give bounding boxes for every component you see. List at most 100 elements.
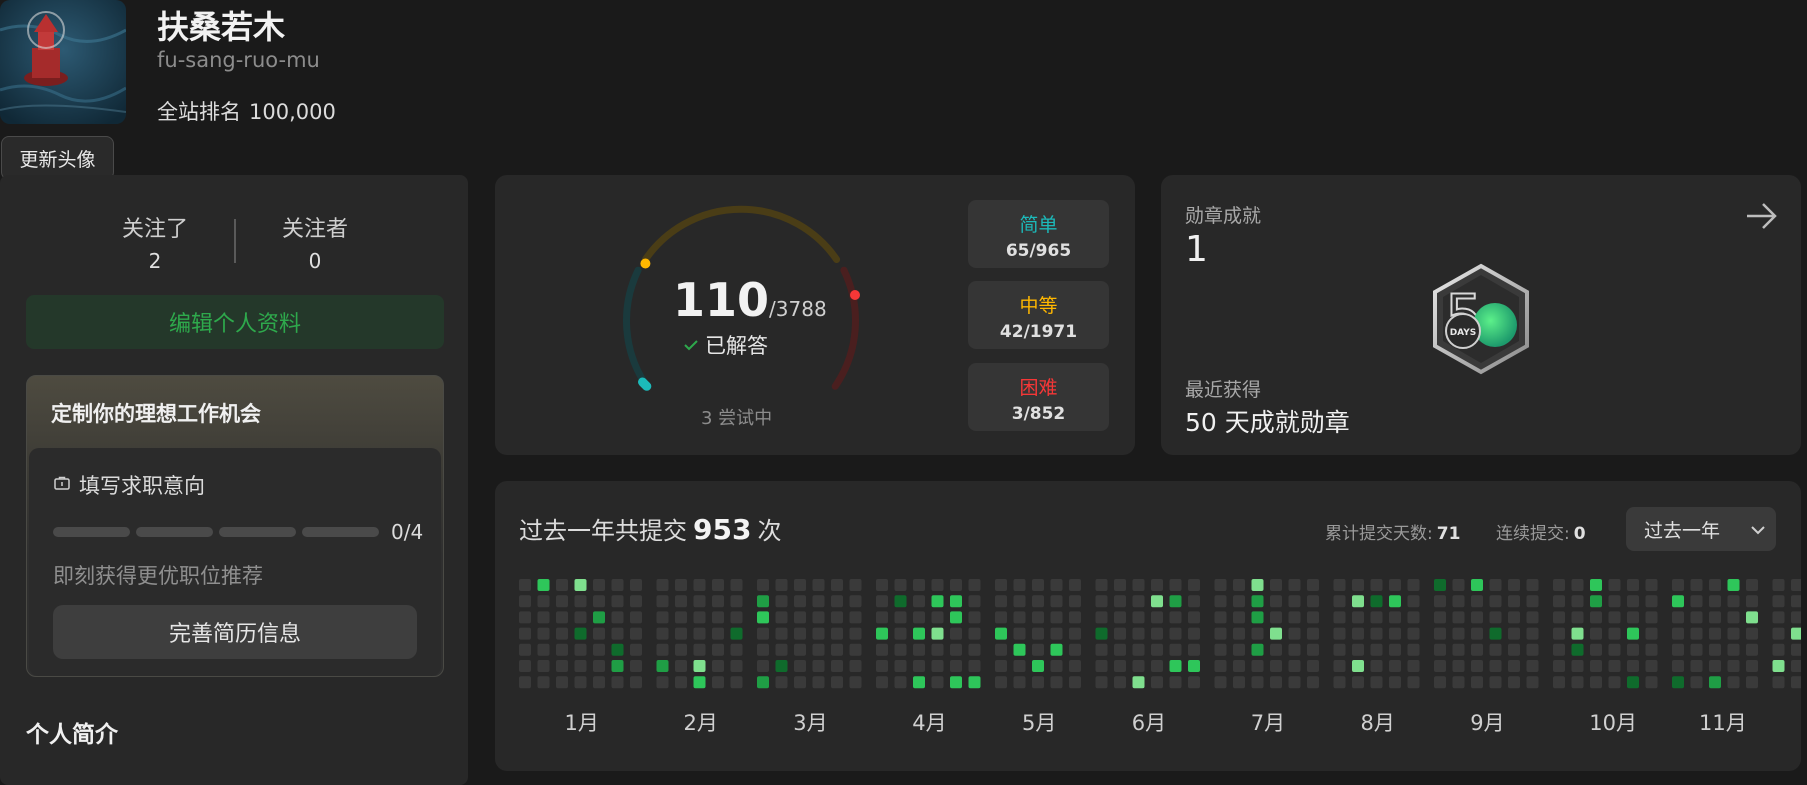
heatmap-cell[interactable]	[849, 660, 862, 672]
heatmap-cell[interactable]	[1508, 579, 1520, 591]
heatmap-cell[interactable]	[1389, 660, 1401, 672]
heatmap-cell[interactable]	[995, 660, 1007, 672]
heatmap-cell[interactable]	[1434, 595, 1446, 608]
heatmap-cell[interactable]	[537, 627, 550, 640]
heatmap-cell[interactable]	[1132, 676, 1145, 689]
heatmap-cell[interactable]	[1727, 611, 1740, 624]
heatmap-cell[interactable]	[1772, 643, 1785, 656]
heatmap-cell[interactable]	[1188, 676, 1200, 689]
heatmap-cell[interactable]	[1233, 595, 1245, 608]
heatmap-cell[interactable]	[1571, 595, 1584, 608]
heatmap-cell[interactable]	[1407, 643, 1420, 656]
heatmap-cell[interactable]	[1050, 579, 1063, 591]
heatmap-cell[interactable]	[1590, 676, 1602, 689]
heatmap-cell[interactable]	[1727, 660, 1740, 672]
heatmap-cell[interactable]	[831, 579, 843, 591]
heatmap-cell[interactable]	[1050, 643, 1063, 656]
heatmap-cell[interactable]	[913, 579, 925, 591]
heatmap-cell[interactable]	[1151, 579, 1163, 591]
heatmap-cell[interactable]	[556, 676, 568, 689]
heatmap-cell[interactable]	[574, 676, 587, 689]
heatmap-cell[interactable]	[712, 676, 724, 689]
heatmap-cell[interactable]	[1727, 595, 1740, 608]
heatmap-cell[interactable]	[1553, 676, 1565, 689]
heatmap-cell[interactable]	[894, 660, 907, 672]
heatmap-cell[interactable]	[1709, 643, 1721, 656]
heatmap-cell[interactable]	[730, 627, 743, 640]
heatmap-cell[interactable]	[968, 611, 981, 624]
heatmap-cell[interactable]	[794, 676, 806, 689]
heatmap-cell[interactable]	[1608, 595, 1621, 608]
heatmap-cell[interactable]	[1288, 627, 1301, 640]
heatmap-cell[interactable]	[1645, 676, 1658, 689]
heatmap-cell[interactable]	[1288, 660, 1301, 672]
heatmap-cell[interactable]	[1214, 611, 1227, 624]
heatmap-cell[interactable]	[593, 627, 605, 640]
heatmap-cell[interactable]	[611, 627, 624, 640]
heatmap-cell[interactable]	[712, 660, 724, 672]
heatmap-cell[interactable]	[1627, 627, 1639, 640]
heatmap-cell[interactable]	[1672, 579, 1684, 591]
heatmap-cell[interactable]	[1095, 579, 1108, 591]
heatmap-cell[interactable]	[1169, 676, 1182, 689]
heatmap-cell[interactable]	[1069, 627, 1081, 640]
heatmap-cell[interactable]	[693, 627, 706, 640]
heatmap-cell[interactable]	[1791, 611, 1801, 624]
heatmap-cell[interactable]	[1690, 660, 1703, 672]
heatmap-cell[interactable]	[849, 627, 862, 640]
heatmap-cell[interactable]	[775, 676, 788, 689]
heatmap-cell[interactable]	[1169, 660, 1182, 672]
heatmap-cell[interactable]	[1608, 627, 1621, 640]
heatmap-cell[interactable]	[1672, 660, 1684, 672]
heatmap-cell[interactable]	[1151, 643, 1163, 656]
heatmap-cell[interactable]	[611, 676, 624, 689]
heatmap-cell[interactable]	[1434, 643, 1446, 656]
heatmap-cell[interactable]	[1627, 643, 1639, 656]
heatmap-cell[interactable]	[1114, 627, 1126, 640]
heatmap-cell[interactable]	[656, 595, 669, 608]
heatmap-cell[interactable]	[1013, 611, 1026, 624]
heatmap-cell[interactable]	[593, 595, 605, 608]
heatmap-cell[interactable]	[812, 627, 825, 640]
heatmap-cell[interactable]	[1333, 579, 1346, 591]
heatmap-cell[interactable]	[730, 676, 743, 689]
heatmap-cell[interactable]	[757, 611, 769, 624]
heatmap-cell[interactable]	[1214, 579, 1227, 591]
heatmap-cell[interactable]	[1151, 611, 1163, 624]
heatmap-cell[interactable]	[1772, 627, 1785, 640]
heatmap-cell[interactable]	[1095, 611, 1108, 624]
heatmap-cell[interactable]	[931, 611, 944, 624]
heatmap-cell[interactable]	[593, 676, 605, 689]
heatmap-cell[interactable]	[1288, 595, 1301, 608]
heatmap-cell[interactable]	[1069, 579, 1081, 591]
followers-stat[interactable]: 关注者 0	[260, 211, 370, 273]
heatmap-cell[interactable]	[630, 579, 642, 591]
heatmap-cell[interactable]	[1333, 611, 1346, 624]
heatmap-cell[interactable]	[1050, 676, 1063, 689]
heatmap-cell[interactable]	[1233, 579, 1245, 591]
heatmap-cell[interactable]	[1013, 627, 1026, 640]
heatmap-cell[interactable]	[693, 676, 706, 689]
heatmap-cell[interactable]	[1288, 579, 1301, 591]
heatmap-cell[interactable]	[1270, 676, 1282, 689]
heatmap-cell[interactable]	[1132, 579, 1145, 591]
heatmap-cell[interactable]	[1452, 660, 1465, 672]
heatmap-cell[interactable]	[1608, 676, 1621, 689]
heatmap-cell[interactable]	[876, 579, 888, 591]
heatmap-cell[interactable]	[1690, 676, 1703, 689]
heatmap-cell[interactable]	[1489, 595, 1502, 608]
heatmap-cell[interactable]	[894, 676, 907, 689]
heatmap-cell[interactable]	[794, 643, 806, 656]
edit-profile-button[interactable]: 编辑个人资料	[26, 295, 444, 349]
heatmap-cell[interactable]	[556, 643, 568, 656]
heatmap-cell[interactable]	[1233, 611, 1245, 624]
heatmap-cell[interactable]	[1333, 660, 1346, 672]
heatmap-cell[interactable]	[812, 611, 825, 624]
heatmap-cell[interactable]	[1288, 611, 1301, 624]
heatmap-cell[interactable]	[968, 676, 981, 689]
heatmap-cell[interactable]	[1013, 579, 1026, 591]
heatmap-cell[interactable]	[656, 643, 669, 656]
heatmap-cell[interactable]	[1627, 595, 1639, 608]
heatmap-cell[interactable]	[831, 676, 843, 689]
heatmap-cell[interactable]	[757, 643, 769, 656]
